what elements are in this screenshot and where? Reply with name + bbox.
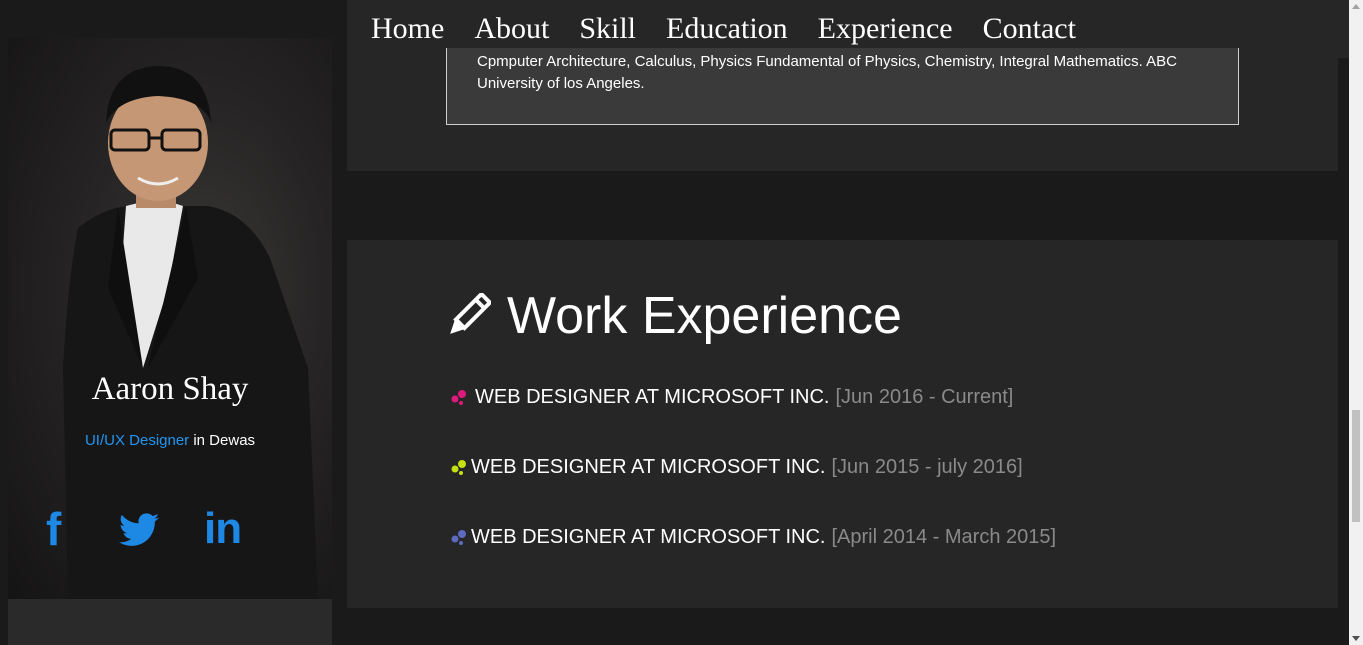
linkedin-icon[interactable]: in: [204, 506, 242, 552]
twitter-icon[interactable]: [119, 513, 159, 552]
sidebar-lower-panel: [8, 599, 332, 645]
job-title: WEB DESIGNER AT MICROSOFT INC.: [471, 456, 826, 478]
facebook-icon[interactable]: f: [46, 506, 61, 552]
scroll-up-arrow-icon[interactable]: [1352, 4, 1360, 9]
work-experience-section: Work Experience WEB DESIGNER AT MICROSOF…: [347, 240, 1338, 608]
job-period: [April 2014 - March 2015]: [831, 526, 1057, 548]
job-title: WEB DESIGNER AT MICROSOFT INC.: [471, 526, 826, 548]
profile-role-link[interactable]: UI/UX Designer: [85, 432, 189, 449]
education-card: Cpmputer Architecture, Calculus, Physics…: [446, 48, 1239, 125]
job-entry: WEB DESIGNER AT MICROSOFT INC. [April 20…: [449, 526, 1056, 549]
nav-skill[interactable]: Skill: [579, 14, 636, 44]
nav-experience[interactable]: Experience: [818, 14, 953, 44]
bullet-dots-icon: [451, 389, 466, 405]
nav-contact[interactable]: Contact: [983, 14, 1076, 44]
job-entry: WEB DESIGNER AT MICROSOFT INC. [Jun 2016…: [449, 386, 1013, 409]
section-title: Work Experience: [507, 287, 902, 345]
bullet-dots-icon: [451, 459, 466, 475]
job-entry: WEB DESIGNER AT MICROSOFT INC. [Jun 2015…: [449, 456, 1023, 479]
education-description: Cpmputer Architecture, Calculus, Physics…: [477, 53, 1177, 92]
work-title-row: Work Experience: [445, 286, 902, 346]
nav-education[interactable]: Education: [666, 14, 788, 44]
profile-role-line: UI/UX Designer in Dewas: [8, 432, 332, 449]
pencil-icon: [450, 293, 491, 334]
page-scrollbar[interactable]: [1349, 0, 1363, 645]
scrollbar-thumb[interactable]: [1352, 410, 1360, 522]
profile-location: in Dewas: [189, 432, 256, 449]
profile-card: Aaron Shay UI/UX Designer in Dewas f in: [8, 38, 332, 599]
job-period: [Jun 2015 - july 2016]: [831, 456, 1023, 478]
education-section: Cpmputer Architecture, Calculus, Physics…: [347, 48, 1338, 171]
job-period: [Jun 2016 - Current]: [835, 386, 1014, 408]
scroll-down-arrow-icon[interactable]: [1352, 636, 1360, 641]
nav-about[interactable]: About: [474, 14, 549, 44]
nav-home[interactable]: Home: [371, 14, 444, 44]
bullet-dots-icon: [451, 529, 466, 545]
job-title: WEB DESIGNER AT MICROSOFT INC.: [475, 386, 830, 408]
profile-name: Aaron Shay: [91, 371, 249, 407]
